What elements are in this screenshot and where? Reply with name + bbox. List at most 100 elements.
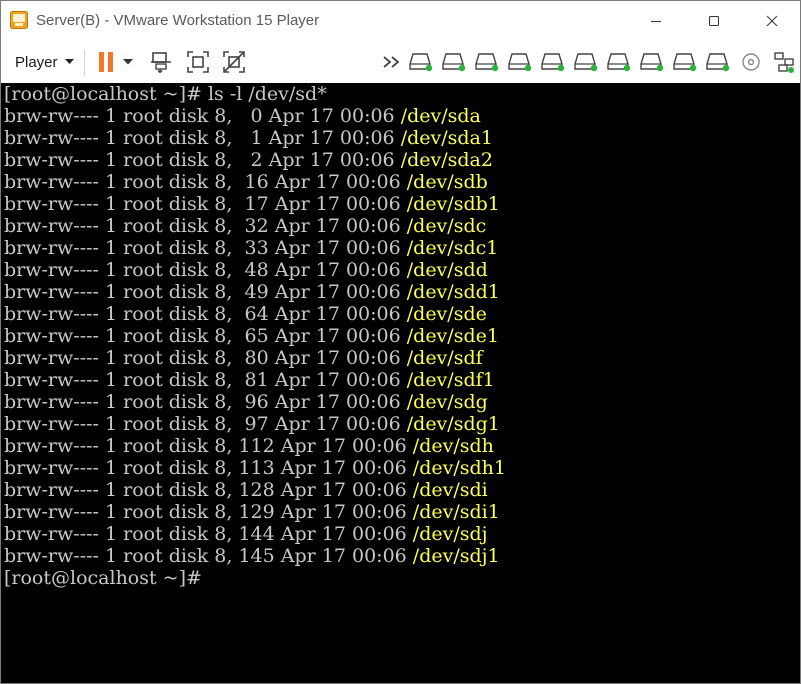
- send-ctrl-alt-del-button[interactable]: [148, 49, 174, 75]
- unity-icon: [223, 51, 245, 73]
- file-attributes: brw-rw---- 1 root disk 8, 80 Apr 17 00:0…: [4, 347, 407, 369]
- window-title: Server(B) - VMware Workstation 15 Player: [36, 12, 320, 29]
- file-attributes: brw-rw---- 1 root disk 8, 145 Apr 17 00:…: [4, 545, 413, 567]
- device-name: /dev/sdi1: [412, 501, 500, 523]
- file-attributes: brw-rw---- 1 root disk 8, 112 Apr 17 00:…: [4, 435, 413, 457]
- hard-disk-icon: [541, 53, 565, 72]
- fit-guest-button[interactable]: [185, 49, 211, 75]
- hard-disk-8-button[interactable]: [639, 49, 665, 75]
- hard-disk-7-button[interactable]: [606, 49, 632, 75]
- close-icon: [766, 15, 778, 27]
- file-attributes: brw-rw---- 1 root disk 8, 49 Apr 17 00:0…: [4, 281, 407, 303]
- vmware-player-window: Server(B) - VMware Workstation 15 Player…: [0, 0, 801, 684]
- hard-disk-3-button[interactable]: [474, 49, 500, 75]
- minimize-button[interactable]: [627, 1, 685, 41]
- device-name: /dev/sdh1: [412, 457, 506, 479]
- close-button[interactable]: [743, 1, 801, 41]
- maximize-button[interactable]: [685, 1, 743, 41]
- send-ctrl-alt-del-icon: [151, 52, 171, 73]
- terminal-command-line: [root@localhost ~]# ls -l /dev/sd*: [4, 83, 327, 105]
- terminal-output-line: brw-rw---- 1 root disk 8, 96 Apr 17 00:0…: [4, 391, 488, 413]
- toolbar-separator: [84, 50, 85, 76]
- hard-disk-10-button[interactable]: [705, 49, 731, 75]
- terminal-output-line: brw-rw---- 1 root disk 8, 64 Apr 17 00:0…: [4, 303, 487, 325]
- terminal-output-line: brw-rw---- 1 root disk 8, 129 Apr 17 00:…: [4, 501, 500, 523]
- hard-disk-9-button[interactable]: [672, 49, 698, 75]
- terminal-output-line: brw-rw---- 1 root disk 8, 128 Apr 17 00:…: [4, 479, 488, 501]
- network-icon: [774, 52, 794, 73]
- terminal-output-line: brw-rw---- 1 root disk 8, 113 Apr 17 00:…: [4, 457, 506, 479]
- terminal-output-line: brw-rw---- 1 root disk 8, 0 Apr 17 00:06…: [4, 105, 481, 127]
- device-name: /dev/sdg: [406, 391, 488, 413]
- hard-disk-icon: [475, 53, 499, 72]
- file-attributes: brw-rw---- 1 root disk 8, 81 Apr 17 00:0…: [4, 369, 407, 391]
- terminal-output-line: brw-rw---- 1 root disk 8, 80 Apr 17 00:0…: [4, 347, 483, 369]
- terminal-output-line: brw-rw---- 1 root disk 8, 1 Apr 17 00:06…: [4, 127, 493, 149]
- hard-disk-icon: [607, 53, 631, 72]
- network-adapter-button[interactable]: [771, 49, 797, 75]
- hard-disk-icon: [706, 53, 730, 72]
- file-attributes: brw-rw---- 1 root disk 8, 65 Apr 17 00:0…: [4, 325, 407, 347]
- device-name: /dev/sda2: [400, 149, 493, 171]
- device-name: /dev/sdf: [406, 347, 483, 369]
- file-attributes: brw-rw---- 1 root disk 8, 144 Apr 17 00:…: [4, 523, 413, 545]
- device-name: /dev/sdb: [406, 171, 488, 193]
- device-name: /dev/sdh: [412, 435, 494, 457]
- pause-button[interactable]: [93, 49, 119, 75]
- device-name: /dev/sdd: [406, 259, 488, 281]
- terminal-output-line: brw-rw---- 1 root disk 8, 32 Apr 17 00:0…: [4, 215, 486, 237]
- pause-icon: [99, 52, 113, 72]
- hard-disk-icon: [574, 53, 598, 72]
- device-name: /dev/sda1: [400, 127, 493, 149]
- file-attributes: brw-rw---- 1 root disk 8, 16 Apr 17 00:0…: [4, 171, 407, 193]
- file-attributes: brw-rw---- 1 root disk 8, 32 Apr 17 00:0…: [4, 215, 407, 237]
- dropdown-caret-icon: [123, 59, 133, 65]
- hard-disk-6-button[interactable]: [573, 49, 599, 75]
- device-name: /dev/sde1: [406, 325, 499, 347]
- more-devices-button[interactable]: [379, 49, 405, 75]
- terminal-output-line: brw-rw---- 1 root disk 8, 48 Apr 17 00:0…: [4, 259, 488, 281]
- file-attributes: brw-rw---- 1 root disk 8, 64 Apr 17 00:0…: [4, 303, 407, 325]
- hard-disk-4-button[interactable]: [507, 49, 533, 75]
- file-attributes: brw-rw---- 1 root disk 8, 113 Apr 17 00:…: [4, 457, 413, 479]
- hard-disk-icon: [640, 53, 664, 72]
- player-menu-button[interactable]: Player: [7, 49, 82, 75]
- terminal-output-line: brw-rw---- 1 root disk 8, 2 Apr 17 00:06…: [4, 149, 493, 171]
- device-name: /dev/sdf1: [406, 369, 495, 391]
- hard-disk-icon: [673, 53, 697, 72]
- maximize-icon: [709, 16, 719, 26]
- title-bar[interactable]: Server(B) - VMware Workstation 15 Player: [1, 1, 800, 41]
- device-name: /dev/sdb1: [406, 193, 500, 215]
- cd-dvd-icon: [742, 53, 760, 71]
- file-attributes: brw-rw---- 1 root disk 8, 128 Apr 17 00:…: [4, 479, 413, 501]
- device-name: /dev/sdg1: [406, 413, 500, 435]
- more-devices-icon: [383, 56, 400, 68]
- device-name: /dev/sdc: [406, 215, 487, 237]
- cd-dvd-button[interactable]: [738, 49, 764, 75]
- hard-disk-2-button[interactable]: [441, 49, 467, 75]
- vm-console-screen[interactable]: [root@localhost ~]# ls -l /dev/sd* brw-r…: [1, 83, 800, 683]
- terminal-output-line: brw-rw---- 1 root disk 8, 145 Apr 17 00:…: [4, 545, 500, 567]
- terminal-output-line: brw-rw---- 1 root disk 8, 16 Apr 17 00:0…: [4, 171, 488, 193]
- hard-disk-icon: [508, 53, 532, 72]
- file-attributes: brw-rw---- 1 root disk 8, 17 Apr 17 00:0…: [4, 193, 407, 215]
- terminal-output-line: brw-rw---- 1 root disk 8, 144 Apr 17 00:…: [4, 523, 488, 545]
- hard-disk-icon: [409, 53, 433, 72]
- terminal-prompt-line: [root@localhost ~]#: [4, 567, 202, 589]
- file-attributes: brw-rw---- 1 root disk 8, 48 Apr 17 00:0…: [4, 259, 407, 281]
- terminal-output-line: brw-rw---- 1 root disk 8, 81 Apr 17 00:0…: [4, 369, 495, 391]
- unity-button[interactable]: [221, 49, 247, 75]
- file-attributes: brw-rw---- 1 root disk 8, 129 Apr 17 00:…: [4, 501, 413, 523]
- terminal-output-line: brw-rw---- 1 root disk 8, 17 Apr 17 00:0…: [4, 193, 500, 215]
- file-attributes: brw-rw---- 1 root disk 8, 1 Apr 17 00:06: [4, 127, 401, 149]
- device-name: /dev/sdd1: [406, 281, 500, 303]
- power-options-dropdown[interactable]: [119, 49, 137, 75]
- hard-disk-1-button[interactable]: [408, 49, 434, 75]
- terminal-output-line: brw-rw---- 1 root disk 8, 112 Apr 17 00:…: [4, 435, 494, 457]
- terminal-output-line: brw-rw---- 1 root disk 8, 33 Apr 17 00:0…: [4, 237, 498, 259]
- hard-disk-5-button[interactable]: [540, 49, 566, 75]
- terminal-output-line: brw-rw---- 1 root disk 8, 65 Apr 17 00:0…: [4, 325, 499, 347]
- file-attributes: brw-rw---- 1 root disk 8, 33 Apr 17 00:0…: [4, 237, 407, 259]
- file-attributes: brw-rw---- 1 root disk 8, 97 Apr 17 00:0…: [4, 413, 407, 435]
- device-name: /dev/sdj1: [412, 545, 500, 567]
